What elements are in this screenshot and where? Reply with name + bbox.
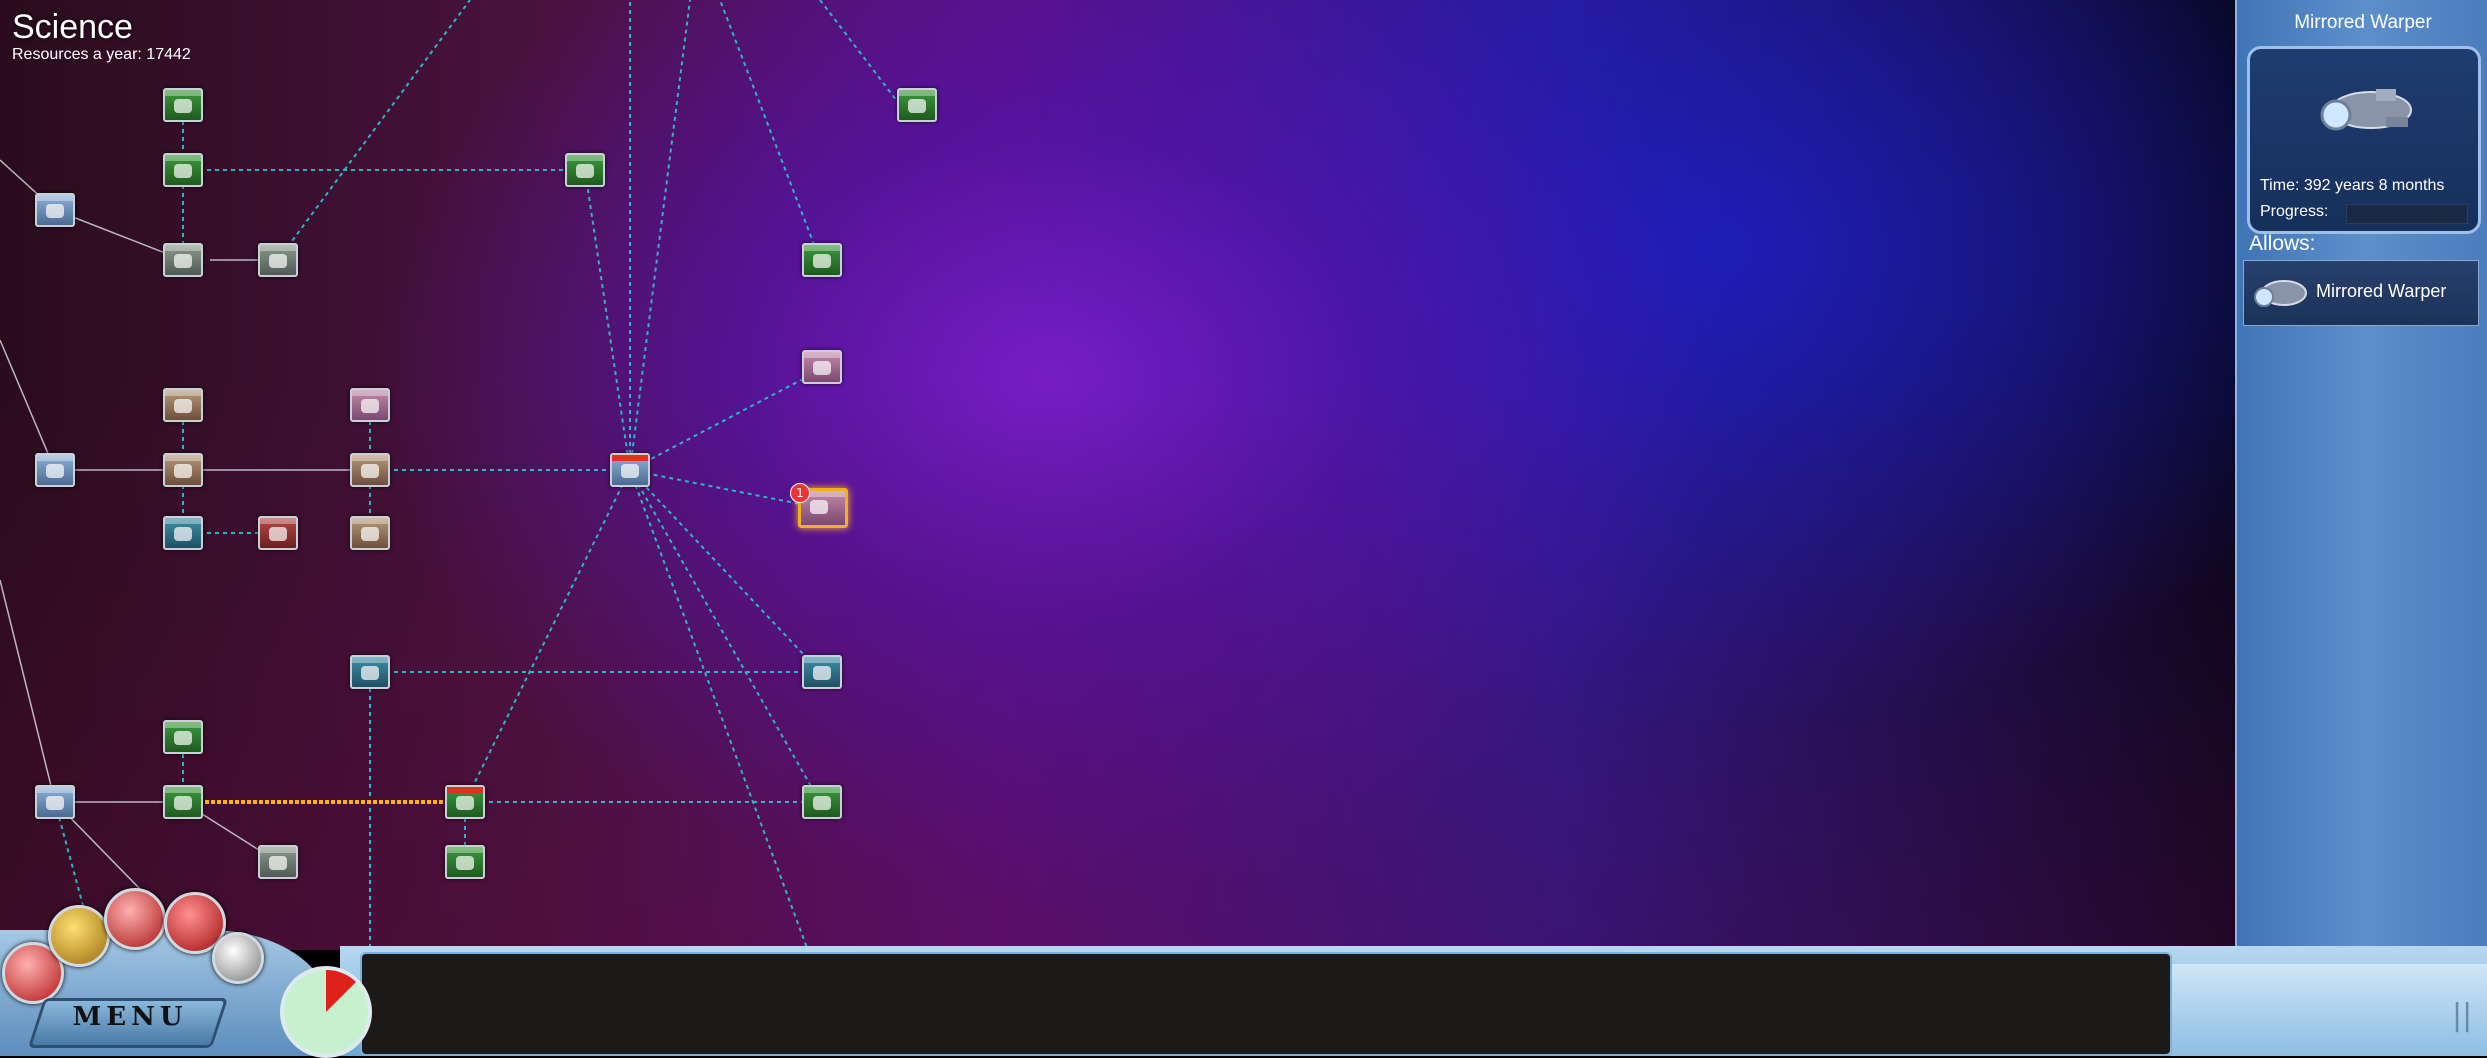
tech-info-panel: Mirrored Warper Time: 392 years 8 months… — [2235, 0, 2487, 966]
tech-node[interactable] — [350, 388, 390, 422]
resources-value: 17442 — [146, 46, 191, 63]
clock-pie-icon — [326, 969, 356, 1012]
tech-node[interactable] — [258, 516, 298, 550]
tech-node[interactable] — [163, 516, 203, 550]
selected-tech-card: Time: 392 years 8 months Progress: — [2247, 46, 2481, 234]
tech-node[interactable] — [350, 516, 390, 550]
progress-label: Progress: — [2260, 203, 2329, 220]
tech-tree-links — [0, 0, 901, 957]
tech-node[interactable] — [35, 453, 75, 487]
tech-node[interactable] — [445, 785, 485, 819]
tech-node[interactable] — [163, 785, 203, 819]
tech-node[interactable] — [258, 845, 298, 879]
tech-node[interactable] — [802, 243, 842, 277]
science-orb-icon[interactable] — [48, 905, 110, 967]
tech-node[interactable] — [35, 785, 75, 819]
selected-tech-name: Mirrored Warper — [2294, 12, 2432, 33]
tech-node[interactable] — [163, 88, 203, 122]
tech-node[interactable] — [802, 655, 842, 689]
progress-bar — [2346, 204, 2468, 224]
ship-icon — [2320, 89, 2412, 131]
tech-node[interactable] — [258, 243, 298, 277]
book-orb-icon[interactable] — [104, 888, 166, 950]
allows-item-label: Mirrored Warper — [2316, 281, 2447, 301]
ship-icon — [2254, 280, 2307, 307]
tech-node[interactable] — [350, 655, 390, 689]
tech-node[interactable] — [163, 720, 203, 754]
tech-node[interactable] — [565, 153, 605, 187]
pause-icon[interactable]: || — [2452, 998, 2472, 1033]
tech-node[interactable] — [802, 785, 842, 819]
selected-badge: 1 — [790, 483, 810, 503]
resources-per-year: Resources a year: 17442 — [12, 46, 191, 64]
tech-node[interactable] — [445, 845, 485, 879]
tech-node[interactable] — [802, 350, 842, 384]
tech-node[interactable] — [350, 453, 390, 487]
message-box — [360, 952, 2172, 1056]
tech-node[interactable] — [163, 153, 203, 187]
tech-node[interactable] — [163, 453, 203, 487]
tech-node[interactable] — [897, 88, 937, 122]
time-clock-icon[interactable] — [280, 966, 372, 1058]
tech-node[interactable] — [163, 388, 203, 422]
tech-node[interactable] — [35, 193, 75, 227]
time-label: Time: — [2260, 177, 2300, 194]
tech-node-central[interactable] — [610, 453, 650, 487]
tech-node[interactable] — [163, 243, 203, 277]
time-value: 392 years 8 months — [2303, 177, 2445, 194]
research-time: Time: 392 years 8 months — [2260, 177, 2444, 195]
bottom-right-cap — [2170, 964, 2487, 1056]
screen-title: Science — [12, 8, 133, 46]
menu-button-label[interactable]: MENU — [70, 1002, 190, 1032]
allows-heading: Allows: — [2249, 232, 2316, 255]
allows-item[interactable]: Mirrored Warper — [2243, 260, 2479, 326]
grey-orb-icon[interactable] — [212, 932, 264, 984]
resources-label: Resources a year: — [12, 46, 142, 63]
